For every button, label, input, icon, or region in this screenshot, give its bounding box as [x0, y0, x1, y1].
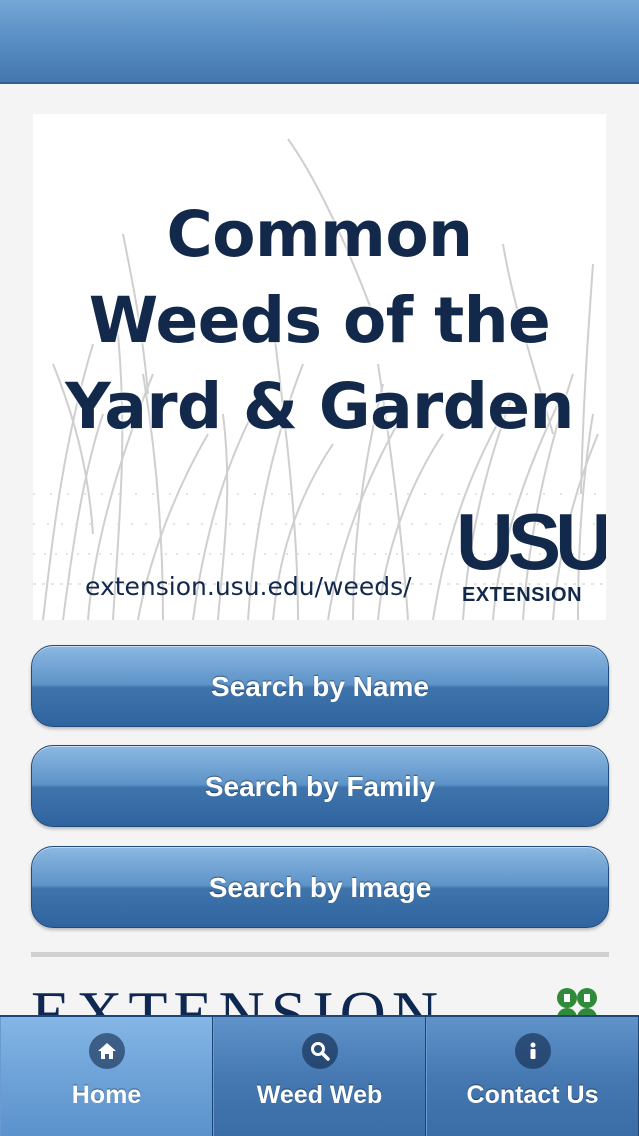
- banner-title-line: Yard & Garden: [65, 370, 574, 443]
- usu-logo-subtitle: EXTENSION: [461, 584, 583, 606]
- banner-title: Common Weeds of the Yard & Garden: [33, 192, 606, 450]
- tab-label: Home: [71, 1081, 142, 1109]
- tab-label: Contact Us: [466, 1081, 599, 1109]
- usu-extension-logo: USU EXTENSION: [456, 497, 606, 607]
- banner-title-line: Weeds of the: [88, 284, 551, 357]
- tab-label: Weed Web: [256, 1081, 383, 1109]
- search-icon: [301, 1033, 338, 1069]
- divider: [31, 952, 609, 957]
- search-by-name-button[interactable]: Search by Name: [31, 645, 609, 727]
- tab-weed-web[interactable]: Weed Web: [213, 1017, 426, 1136]
- header-bar: [0, 0, 639, 84]
- home-icon: [88, 1033, 125, 1069]
- tab-contact-us[interactable]: Contact Us: [426, 1017, 639, 1136]
- app-banner-image: Common Weeds of the Yard & Garden extens…: [33, 114, 606, 620]
- usu-logo-mark: USU: [456, 497, 606, 586]
- banner-url: extension.usu.edu/weeds/: [85, 572, 412, 601]
- tab-home[interactable]: Home: [0, 1017, 213, 1136]
- banner-title-line: Common: [166, 198, 473, 271]
- info-icon: [514, 1033, 551, 1069]
- search-by-family-button[interactable]: Search by Family: [31, 745, 609, 827]
- extension-footer-logo: EXTENSION: [31, 980, 609, 1020]
- tab-bar: Home Weed Web Contact Us: [0, 1015, 639, 1136]
- search-by-image-button[interactable]: Search by Image: [31, 846, 609, 928]
